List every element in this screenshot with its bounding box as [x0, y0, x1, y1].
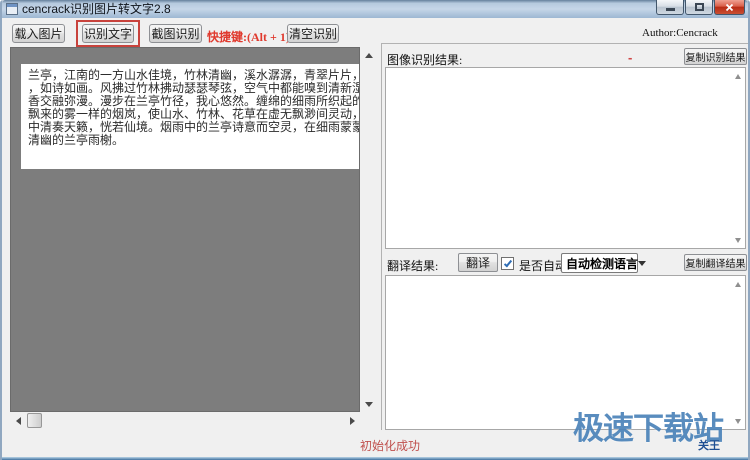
load-image-button[interactable]: 载入图片: [12, 24, 65, 43]
recognition-result-label: 图像识别结果:: [387, 53, 463, 67]
language-dropdown-value: 自动检测语言: [566, 256, 639, 271]
scroll-up-icon: [364, 52, 373, 58]
picture-area[interactable]: 兰亭，江南的一方山水佳境，竹林清幽，溪水潺潺，青翠片片，落 ，如诗如画。风拂过竹…: [10, 47, 360, 412]
image-text-line: 清幽的兰亭雨榭。: [28, 133, 125, 147]
minimize-button[interactable]: [656, 0, 684, 15]
results-panel: 图像识别结果: - 复制识别结果 翻译结果: 翻译 是否自动翻译 自动检测语言 …: [381, 43, 748, 430]
window-controls: [656, 0, 745, 15]
language-dropdown[interactable]: 自动检测语言: [561, 253, 647, 273]
maximize-icon: [694, 3, 704, 11]
textarea-scroll-up-button[interactable]: [731, 278, 744, 290]
scroll-down-icon: [734, 237, 741, 243]
textarea-scroll-up-button[interactable]: [731, 70, 744, 82]
copy-translation-result-button[interactable]: 复制翻译结果: [684, 254, 747, 271]
red-highlight-annotation: [76, 20, 140, 47]
app-icon: [6, 3, 18, 15]
scroll-down-button[interactable]: [360, 396, 377, 412]
result-dash: -: [628, 50, 633, 65]
recognition-result-textarea[interactable]: [385, 67, 746, 249]
scroll-right-button[interactable]: [344, 412, 360, 429]
scroll-up-button[interactable]: [360, 47, 377, 63]
status-message: 初始化成功: [360, 439, 421, 453]
image-viewer: 兰亭，江南的一方山水佳境，竹林清幽，溪水潺潺，青翠片片，落 ，如诗如画。风拂过竹…: [10, 47, 377, 429]
maximize-button[interactable]: [685, 0, 713, 15]
translation-result-label: 翻译结果:: [387, 259, 439, 273]
horizontal-scrollbar[interactable]: [10, 412, 360, 429]
dropdown-arrow-icon: [638, 260, 647, 266]
app-window: cencrack识别图片转文字2.8 载入图片 识别文字 截图识别 快捷键:(A…: [0, 0, 750, 460]
horizontal-scroll-thumb[interactable]: [27, 413, 42, 428]
window-title: cencrack识别图片转文字2.8: [22, 2, 171, 16]
scroll-right-icon: [349, 416, 355, 425]
clear-recognition-button[interactable]: 清空识别: [287, 24, 339, 43]
copy-recognition-result-button[interactable]: 复制识别结果: [684, 48, 747, 65]
minimize-icon: [665, 8, 675, 11]
scroll-left-icon: [15, 416, 21, 425]
translate-button[interactable]: 翻译: [458, 253, 498, 272]
watermark-sub-text: 关王: [698, 440, 720, 452]
scroll-up-icon: [734, 73, 741, 79]
textarea-scroll-down-button[interactable]: [731, 415, 744, 427]
close-icon: [725, 3, 734, 11]
author-label: Author:Cencrack: [642, 27, 718, 39]
scroll-left-button[interactable]: [10, 412, 26, 429]
close-button[interactable]: [714, 0, 745, 15]
vertical-scrollbar[interactable]: [360, 47, 377, 412]
loaded-image-document: 兰亭，江南的一方山水佳境，竹林清幽，溪水潺潺，青翠片片，落 ，如诗如画。风拂过竹…: [21, 64, 359, 169]
titlebar: cencrack识别图片转文字2.8: [2, 0, 748, 18]
scroll-down-icon: [364, 401, 373, 407]
auto-translate-checkbox[interactable]: [501, 257, 514, 270]
screenshot-recognize-button[interactable]: 截图识别: [149, 24, 202, 43]
scrollbar-corner: [360, 412, 377, 429]
textarea-scroll-down-button[interactable]: [731, 234, 744, 246]
scroll-down-icon: [734, 418, 741, 424]
checkmark-icon: [503, 258, 512, 267]
scroll-up-icon: [734, 281, 741, 287]
hotkey-hint: 快捷键:(Alt + 1): [207, 30, 290, 44]
